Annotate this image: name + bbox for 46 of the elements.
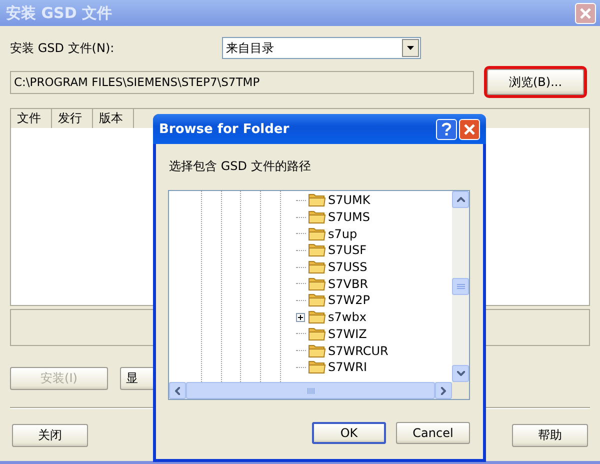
grip-icon [306, 388, 314, 394]
folder-item[interactable]: S7USF [328, 243, 367, 258]
folder-item[interactable]: S7USS [328, 260, 368, 274]
folder-icon [308, 326, 326, 341]
scroll-up-button[interactable] [452, 191, 469, 208]
caret-icon [407, 46, 414, 50]
folder-item[interactable]: S7UMS [328, 210, 370, 224]
folder-icon [308, 360, 326, 374]
folder-item[interactable]: s7up [328, 226, 358, 241]
folder-icon [308, 226, 326, 241]
close-icon[interactable] [459, 118, 480, 140]
scrollbar-corner [452, 382, 469, 399]
folder-item[interactable]: S7W2P [328, 293, 370, 308]
browse-button[interactable]: 浏览(B)... [487, 69, 584, 95]
folder-icon [308, 293, 326, 308]
scrollbar-thumb[interactable] [452, 278, 469, 295]
folder-icon [308, 210, 326, 224]
source-dropdown[interactable]: 来自目录 [222, 37, 421, 59]
close-button[interactable]: 关闭 [12, 424, 88, 447]
cancel-button[interactable]: Cancel [396, 422, 470, 444]
folder-item[interactable]: S7UMK [328, 193, 370, 208]
folder-icon [308, 344, 326, 358]
folder-icon [308, 193, 326, 208]
folder-item[interactable]: S7WIZ [328, 326, 367, 341]
folder-icon [308, 276, 326, 291]
ok-button[interactable]: OK [312, 422, 386, 444]
prompt-text: 选择包含 GSD 文件的路径 [169, 158, 312, 175]
vertical-scrollbar[interactable] [452, 191, 469, 382]
folder-item[interactable]: s7wbx [328, 310, 366, 324]
dialog-title: Browse for Folder [159, 122, 290, 136]
expand-icon[interactable] [296, 312, 305, 322]
help-button[interactable]: 帮助 [512, 424, 588, 447]
folder-item[interactable]: S7VBR [328, 276, 368, 291]
path-field[interactable]: C:\PROGRAM FILES\SIEMENS\STEP7\S7TMP [10, 70, 474, 94]
help-icon[interactable] [436, 118, 457, 140]
folder-item[interactable]: S7WRCUR [328, 344, 388, 358]
folder-item[interactable]: S7WRI [328, 360, 367, 374]
scroll-left-button[interactable] [169, 382, 186, 399]
scroll-right-button[interactable] [435, 382, 452, 399]
install-label: 安装 GSD 文件(N): [10, 40, 114, 54]
folder-icon [308, 310, 326, 324]
grip-icon [456, 284, 464, 289]
folder-icon [308, 260, 326, 274]
scroll-down-button[interactable] [452, 365, 469, 382]
window-title: 安装 GSD 文件 [6, 4, 112, 22]
folder-icon [308, 243, 326, 258]
